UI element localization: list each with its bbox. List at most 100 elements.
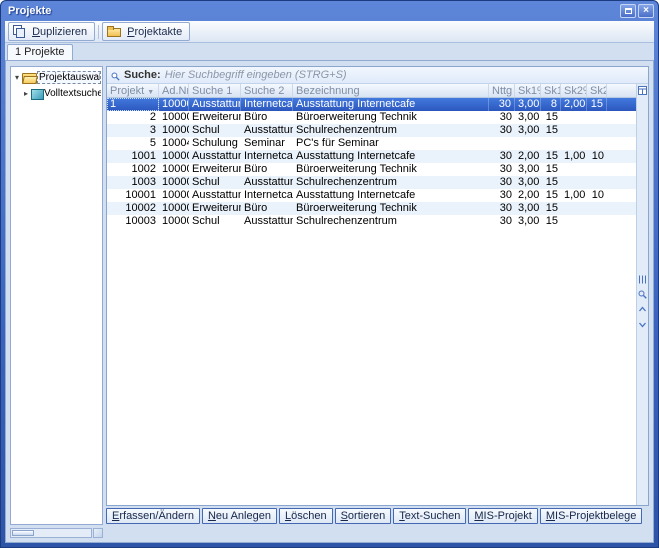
table-row[interactable]: 510004SchulungSeminarPC's für Seminar <box>107 137 636 150</box>
titlebar: Projekte × <box>1 1 658 21</box>
sortieren-button[interactable]: Sortieren <box>335 508 392 524</box>
table-cell: 30 <box>489 163 515 176</box>
text-suchen-button[interactable]: Text-Suchen <box>393 508 466 524</box>
table-cell: 2,00 <box>561 98 587 111</box>
table-row[interactable]: 1000210000ErweiterunBüroBüroerweiterung … <box>107 202 636 215</box>
tree-item-projektauswahl[interactable]: ▾ Projektauswahl <box>13 71 101 84</box>
table-cell <box>515 137 541 150</box>
toolbar-separator <box>98 25 99 39</box>
table-cell-filler <box>607 111 636 124</box>
table-cell: Schulrechenzentrum <box>293 215 489 228</box>
table-cell: 30 <box>489 150 515 163</box>
expander-expanded-icon[interactable]: ▾ <box>13 74 21 82</box>
tree-item-label: Volltextsuche <box>44 88 101 99</box>
table-cell: 10000 <box>159 176 189 189</box>
tab-projekte[interactable]: 1 Projekte <box>7 44 73 60</box>
table-cell: 2 <box>107 111 159 124</box>
open-folder-icon <box>22 73 36 83</box>
table-cell: 30 <box>489 124 515 137</box>
scrollbar-track[interactable] <box>10 528 92 538</box>
table-cell <box>587 163 607 176</box>
mis-projektbelege-button[interactable]: MIS-Projektbelege <box>540 508 643 524</box>
table-cell <box>541 137 561 150</box>
column-header-sk2pct[interactable]: Sk2% <box>561 84 587 97</box>
search-input[interactable] <box>165 69 644 81</box>
table-cell <box>561 202 587 215</box>
table-cell: Internetca <box>241 150 293 163</box>
table-row[interactable]: 1000110000AusstattunInternetcaAusstattun… <box>107 189 636 202</box>
table-cell-filler <box>607 202 636 215</box>
app-window: Projekte × Duplizieren Projektakte 1 Pro… <box>0 0 659 548</box>
table-cell <box>587 124 607 137</box>
zoom-icon[interactable] <box>638 290 647 299</box>
column-header-sk1[interactable]: Sk1 <box>541 84 561 97</box>
restore-button[interactable] <box>620 4 636 18</box>
table-cell: 30 <box>489 202 515 215</box>
columns-icon[interactable] <box>638 275 647 284</box>
table-cell: Büro <box>241 163 293 176</box>
table-cell: 10000 <box>159 163 189 176</box>
table-cell: 2,00 <box>515 150 541 163</box>
table-row[interactable]: 100110000AusstattunInternetcaAusstattung… <box>107 150 636 163</box>
column-header-sk1pct[interactable]: Sk1% <box>515 84 541 97</box>
table-cell: Büroerweiterung Technik <box>293 111 489 124</box>
search-label: Suche: <box>124 69 161 81</box>
column-label: Projekt <box>110 85 144 97</box>
table-cell: 15 <box>541 124 561 137</box>
table-cell: 10000 <box>159 111 189 124</box>
table-cell: Erweiterun <box>189 202 241 215</box>
table-cell: Büro <box>241 111 293 124</box>
scroll-down-icon[interactable] <box>638 320 647 329</box>
neu-anlegen-button[interactable]: Neu Anlegen <box>202 508 277 524</box>
table-cell: Büro <box>241 202 293 215</box>
expander-collapsed-icon[interactable]: ▸ <box>22 90 30 98</box>
column-chooser-icon[interactable] <box>638 86 647 95</box>
table-cell: 15 <box>541 150 561 163</box>
erfassen-andern-button[interactable]: Erfassen/Ändern <box>106 508 200 524</box>
column-header-bezeichnung[interactable]: Bezeichnung <box>293 84 489 97</box>
table-row[interactable]: 210000ErweiterunBüroBüroerweiterung Tech… <box>107 111 636 124</box>
table-row[interactable]: 310000SchulAusstattunSchulrechenzentrum3… <box>107 124 636 137</box>
table-row[interactable]: 100310000SchulAusstattunSchulrechenzentr… <box>107 176 636 189</box>
table-cell: 1002 <box>107 163 159 176</box>
column-header-suche1[interactable]: Suche 1 <box>189 84 241 97</box>
toolbar: Duplizieren Projektakte <box>5 21 654 43</box>
column-header-sk2[interactable]: Sk2 <box>587 84 607 97</box>
table-cell: Büroerweiterung Technik <box>293 202 489 215</box>
table-cell <box>489 137 515 150</box>
table-cell: 3,00 <box>515 176 541 189</box>
table-row[interactable]: 1000310000SchulAusstattunSchulrechenzent… <box>107 215 636 228</box>
table-cell: Schul <box>189 215 241 228</box>
table-cell: Internetca <box>241 189 293 202</box>
table-row[interactable]: 110000AusstattunInternetcaAusstattung In… <box>107 98 636 111</box>
loschen-button[interactable]: Löschen <box>279 508 333 524</box>
table-cell: 3,00 <box>515 124 541 137</box>
table-cell: 1 <box>107 98 159 111</box>
tree-item-volltextsuche[interactable]: ▸ Volltextsuche <box>13 88 101 99</box>
projektakte-button[interactable]: Projektakte <box>102 22 190 40</box>
grid-scrollbar-strip <box>636 84 648 505</box>
column-header-nttg[interactable]: Nttg <box>489 84 515 97</box>
table-cell: 30 <box>489 98 515 111</box>
splitter-grip[interactable] <box>93 528 103 538</box>
column-header-adnr[interactable]: Ad.Nr. <box>159 84 189 97</box>
table-cell: 30 <box>489 189 515 202</box>
table-cell <box>561 176 587 189</box>
mis-projekt-button[interactable]: MIS-Projekt <box>468 508 537 524</box>
table-cell: Ausstattung Internetcafe <box>293 189 489 202</box>
table-row[interactable]: 100210000ErweiterunBüroBüroerweiterung T… <box>107 163 636 176</box>
close-button[interactable]: × <box>638 4 654 18</box>
table-cell: Ausstattun <box>189 150 241 163</box>
table-cell: Ausstattun <box>241 215 293 228</box>
column-header-suche2[interactable]: Suche 2 <box>241 84 293 97</box>
column-header-projekt[interactable]: Projekt▼ <box>107 84 159 97</box>
table-cell: 30 <box>489 111 515 124</box>
scroll-up-icon[interactable] <box>638 305 647 314</box>
table-cell: 10002 <box>107 202 159 215</box>
footer-buttons: Erfassen/ÄndernNeu AnlegenLöschenSortier… <box>106 508 649 525</box>
table-cell: Internetca <box>241 98 293 111</box>
duplizieren-button[interactable]: Duplizieren <box>8 22 95 41</box>
grid-table: Projekt▼ Ad.Nr. Suche 1 Suche 2 Bezeichn… <box>107 84 636 505</box>
scrollbar-thumb[interactable] <box>12 530 34 536</box>
table-cell: 3 <box>107 124 159 137</box>
